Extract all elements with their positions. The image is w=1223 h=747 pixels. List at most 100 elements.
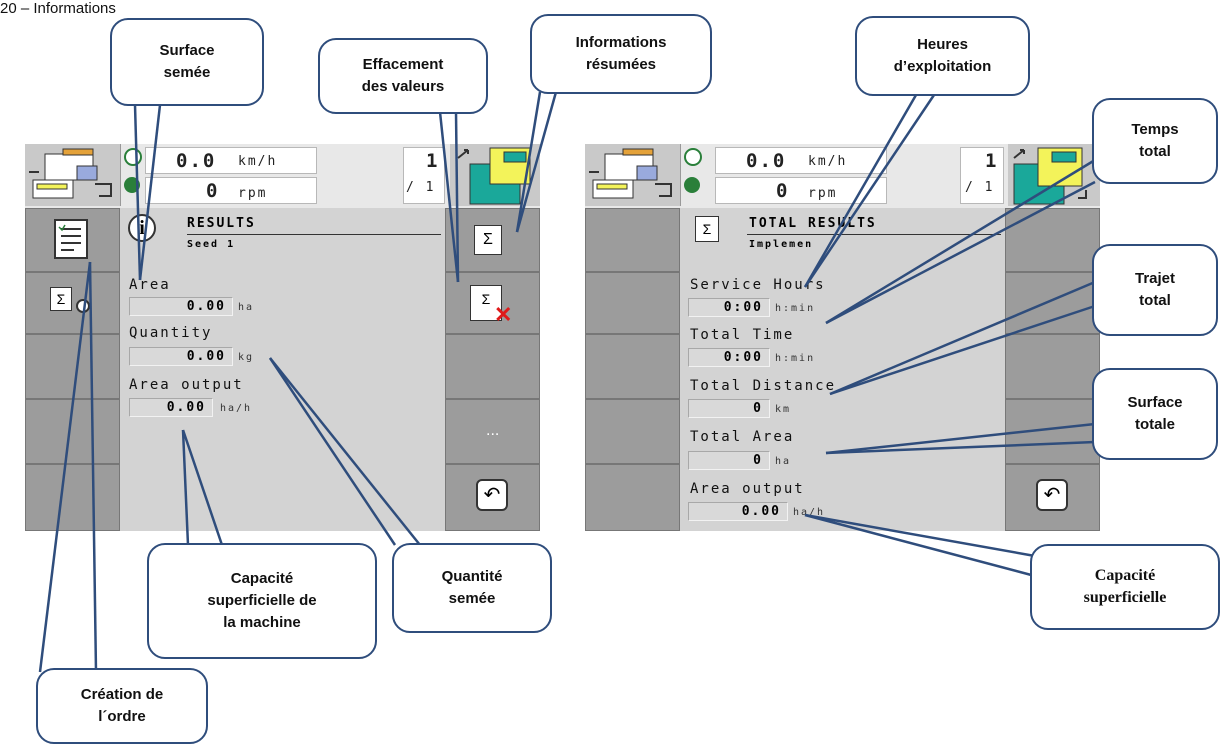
callout-surface-semee-line1: Surface — [159, 42, 215, 59]
left-counter-field: 1 / 1 — [403, 147, 445, 204]
right-right-softkey-2[interactable] — [1005, 272, 1100, 334]
clear-values-softkey[interactable]: Σ ✕ — [445, 272, 540, 334]
back-arrow-icon: ↶ — [476, 479, 508, 511]
page-heading: 20 – Informations — [0, 0, 116, 17]
info-icon: i — [128, 214, 156, 242]
right-terminal-screen: 0.0 km/h 0 rpm 1 / 1 ↶ Σ TOTAL RESULTS I… — [585, 144, 1100, 531]
red-cross-icon: ✕ — [494, 302, 513, 327]
left-rpm-unit: rpm — [238, 186, 268, 201]
area-output-value: 0.00 — [129, 398, 213, 417]
callout-temps-total-line1: Temps — [1131, 121, 1179, 138]
area-output-label: Area output — [129, 377, 244, 393]
back-softkey[interactable]: ↶ — [445, 464, 540, 531]
right-back-arrow-icon: ↶ — [1036, 479, 1068, 511]
left-speed-field: 0.0 km/h — [145, 147, 317, 174]
total-results-subtitle: Implemen — [749, 239, 814, 250]
quantity-label: Quantity — [129, 325, 213, 341]
clipboard-icon — [54, 219, 88, 259]
total-area-unit: ha — [775, 456, 792, 467]
right-right-softkey-1[interactable] — [1005, 208, 1100, 272]
left-softkey-3[interactable] — [25, 334, 120, 399]
quantity-value: 0.00 — [129, 347, 233, 366]
right-rpm-icon — [684, 177, 700, 193]
callout-surface-totale-line1: Surface — [1127, 394, 1183, 411]
left-softkey-4[interactable] — [25, 399, 120, 464]
right-right-softkey-4[interactable] — [1005, 399, 1100, 464]
area-output-unit: ha/h — [220, 403, 253, 414]
callout-creation-ordre-line2: l´ordre — [98, 708, 146, 725]
left-rpm-value: 0 — [206, 180, 220, 202]
callout-informations: Informations résumées — [530, 14, 712, 94]
right-left-softkey-3[interactable] — [585, 334, 680, 399]
left-speed-value: 0.0 — [176, 150, 217, 172]
callout-trajet-total: Trajet total — [1092, 244, 1218, 336]
callout-temps-total: Temps total — [1092, 98, 1218, 184]
right-left-softkey-4[interactable] — [585, 399, 680, 464]
right-speedometer-icon — [684, 148, 702, 166]
more-softkey[interactable]: ... — [445, 399, 540, 464]
left-counter-bottom: / 1 — [406, 180, 436, 195]
right-area-output-value: 0.00 — [688, 502, 788, 521]
left-speed-unit: km/h — [238, 154, 278, 169]
left-softkey-5[interactable] — [25, 464, 120, 531]
more-label: ... — [486, 422, 500, 439]
callout-surface-semee: Surface semée — [110, 18, 264, 106]
quantity-unit: kg — [238, 352, 255, 363]
total-distance-unit: km — [775, 404, 792, 415]
magnifier-icon — [76, 299, 90, 313]
total-results-title: TOTAL RESULTS — [749, 216, 877, 231]
left-terminal-screen: 0.0 km/h 0 rpm 1 / 1 Σ Σ Σ ✕ ... ↶ i RES… — [25, 144, 540, 531]
sigma-list-icon: Σ — [50, 287, 72, 311]
right-left-softkey-2[interactable] — [585, 272, 680, 334]
right-right-softkey-3[interactable] — [1005, 334, 1100, 399]
right-left-softkey-5[interactable] — [585, 464, 680, 531]
callout-surface-totale-line2: totale — [1134, 416, 1175, 433]
callout-informations-line1: Informations — [575, 34, 667, 51]
callout-capacite-machine-line3: la machine — [223, 614, 301, 631]
right-back-softkey[interactable]: ↶ — [1005, 464, 1100, 531]
callout-surface-semee-line2: semée — [163, 64, 211, 81]
area-value: 0.00 — [129, 297, 233, 316]
service-hours-unit: h:min — [775, 303, 816, 314]
total-distance-value: 0 — [688, 399, 770, 418]
callout-capacite-machine-line1: Capacité — [230, 570, 294, 587]
callout-capacite-superficielle: Capacité superficielle — [1030, 544, 1220, 630]
total-time-label: Total Time — [690, 327, 795, 343]
callout-capacite-machine-line2: superficielle de — [207, 592, 317, 609]
right-left-softkey-1[interactable] — [585, 208, 680, 272]
right-rpm-value: 0 — [776, 180, 790, 202]
right-counter-bottom: / 1 — [965, 180, 995, 195]
right-counter-field: 1 / 1 — [960, 147, 1004, 204]
left-seeder-icon[interactable] — [450, 144, 540, 206]
total-time-value: 0:00 — [688, 348, 770, 367]
callout-quantite-semee-line1: Quantité — [441, 568, 503, 585]
total-area-label: Total Area — [690, 429, 795, 445]
total-results-sigma-icon: Σ — [695, 216, 719, 242]
callout-effacement-line1: Effacement — [362, 56, 444, 73]
right-machine-icon — [585, 144, 681, 206]
order-creation-softkey[interactable] — [25, 208, 120, 272]
callout-trajet-total-line2: total — [1139, 292, 1171, 309]
right-speed-value: 0.0 — [746, 150, 787, 172]
callout-heures-line2: d’exploitation — [893, 58, 992, 75]
callout-effacement-line2: des valeurs — [361, 78, 445, 95]
callout-creation-ordre: Création de l´ordre — [36, 668, 208, 744]
service-hours-value: 0:00 — [688, 298, 770, 317]
callout-heures: Heures d’exploitation — [855, 16, 1030, 96]
summary-softkey[interactable]: Σ — [25, 272, 120, 334]
callout-quantite-semee-line2: semée — [448, 590, 496, 607]
right-seeder-icon[interactable] — [1008, 144, 1100, 206]
left-counter-top: 1 — [426, 150, 440, 172]
results-title: RESULTS — [187, 216, 256, 231]
total-distance-label: Total Distance — [690, 378, 837, 394]
callout-capacite-machine: Capacité superficielle de la machine — [147, 543, 377, 659]
left-rpm-field: 0 rpm — [145, 177, 317, 204]
right-softkey-3[interactable] — [445, 334, 540, 399]
callout-creation-ordre-line1: Création de — [80, 686, 164, 703]
summary-info-softkey[interactable]: Σ — [445, 208, 540, 272]
sigma-summary-icon: Σ — [474, 225, 502, 255]
callout-trajet-total-line1: Trajet — [1134, 270, 1176, 287]
callout-capacite-superficielle-line2: superficielle — [1083, 589, 1167, 606]
right-counter-top: 1 — [985, 150, 999, 172]
area-unit: ha — [238, 302, 255, 313]
